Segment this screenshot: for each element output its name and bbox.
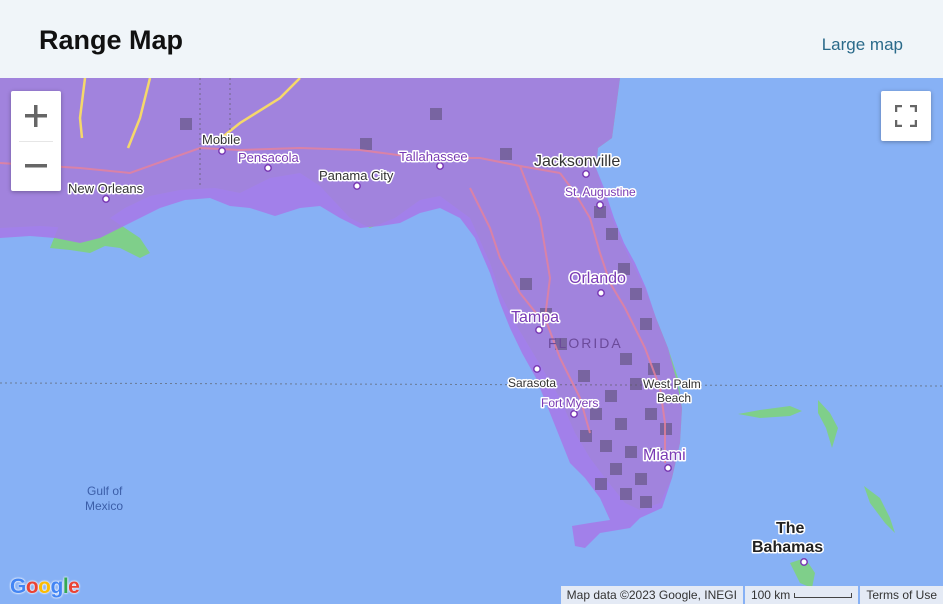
label-fort-myers: Fort Myers xyxy=(541,396,598,410)
scale-control[interactable]: 100 km xyxy=(744,586,859,604)
plus-icon xyxy=(25,105,47,127)
label-sarasota: Sarasota xyxy=(508,376,556,390)
label-pensacola: Pensacola xyxy=(238,150,299,165)
label-mobile: Mobile xyxy=(202,132,240,147)
label-orlando: Orlando xyxy=(569,270,626,287)
label-panama-city: Panama City xyxy=(319,168,394,183)
label-tallahassee: Tallahassee xyxy=(399,149,468,164)
label-tampa: Tampa xyxy=(511,309,559,326)
range-map[interactable]: New Orleans Mobile Pensacola Panama City… xyxy=(0,78,943,604)
label-new-orleans: New Orleans xyxy=(68,181,144,196)
terms-link[interactable]: Terms of Use xyxy=(860,586,943,604)
map-canvas[interactable]: New Orleans Mobile Pensacola Panama City… xyxy=(0,78,943,604)
label-bahamas: Bahamas xyxy=(752,539,823,556)
label-west-palm: West Palm xyxy=(643,377,701,391)
label-gulf-of: Gulf of xyxy=(87,484,123,498)
zoom-out-button[interactable] xyxy=(11,141,61,191)
google-logo[interactable]: Google xyxy=(10,575,80,599)
label-miami: Miami xyxy=(643,447,686,464)
label-mexico: Mexico xyxy=(85,499,123,513)
fullscreen-icon xyxy=(895,105,917,127)
fullscreen-button[interactable] xyxy=(881,91,931,141)
header: Range Map Large map xyxy=(0,0,943,78)
scale-label: 100 km xyxy=(750,588,791,602)
minus-icon xyxy=(25,164,47,168)
map-data-attribution[interactable]: Map data ©2023 Google, INEGI xyxy=(560,586,743,604)
zoom-in-button[interactable] xyxy=(11,91,61,141)
map-footer: Map data ©2023 Google, INEGI 100 km Term… xyxy=(559,586,943,604)
page-title: Range Map xyxy=(39,25,184,55)
label-florida: FLORIDA xyxy=(548,335,623,351)
scale-bar xyxy=(794,592,853,598)
large-map-link[interactable]: Large map xyxy=(822,35,903,55)
label-beach: Beach xyxy=(657,391,691,405)
label-the: The xyxy=(776,520,805,537)
zoom-control xyxy=(11,91,61,191)
label-st-augustine: St. Augustine xyxy=(565,185,636,199)
label-jacksonville: Jacksonville xyxy=(534,153,620,170)
